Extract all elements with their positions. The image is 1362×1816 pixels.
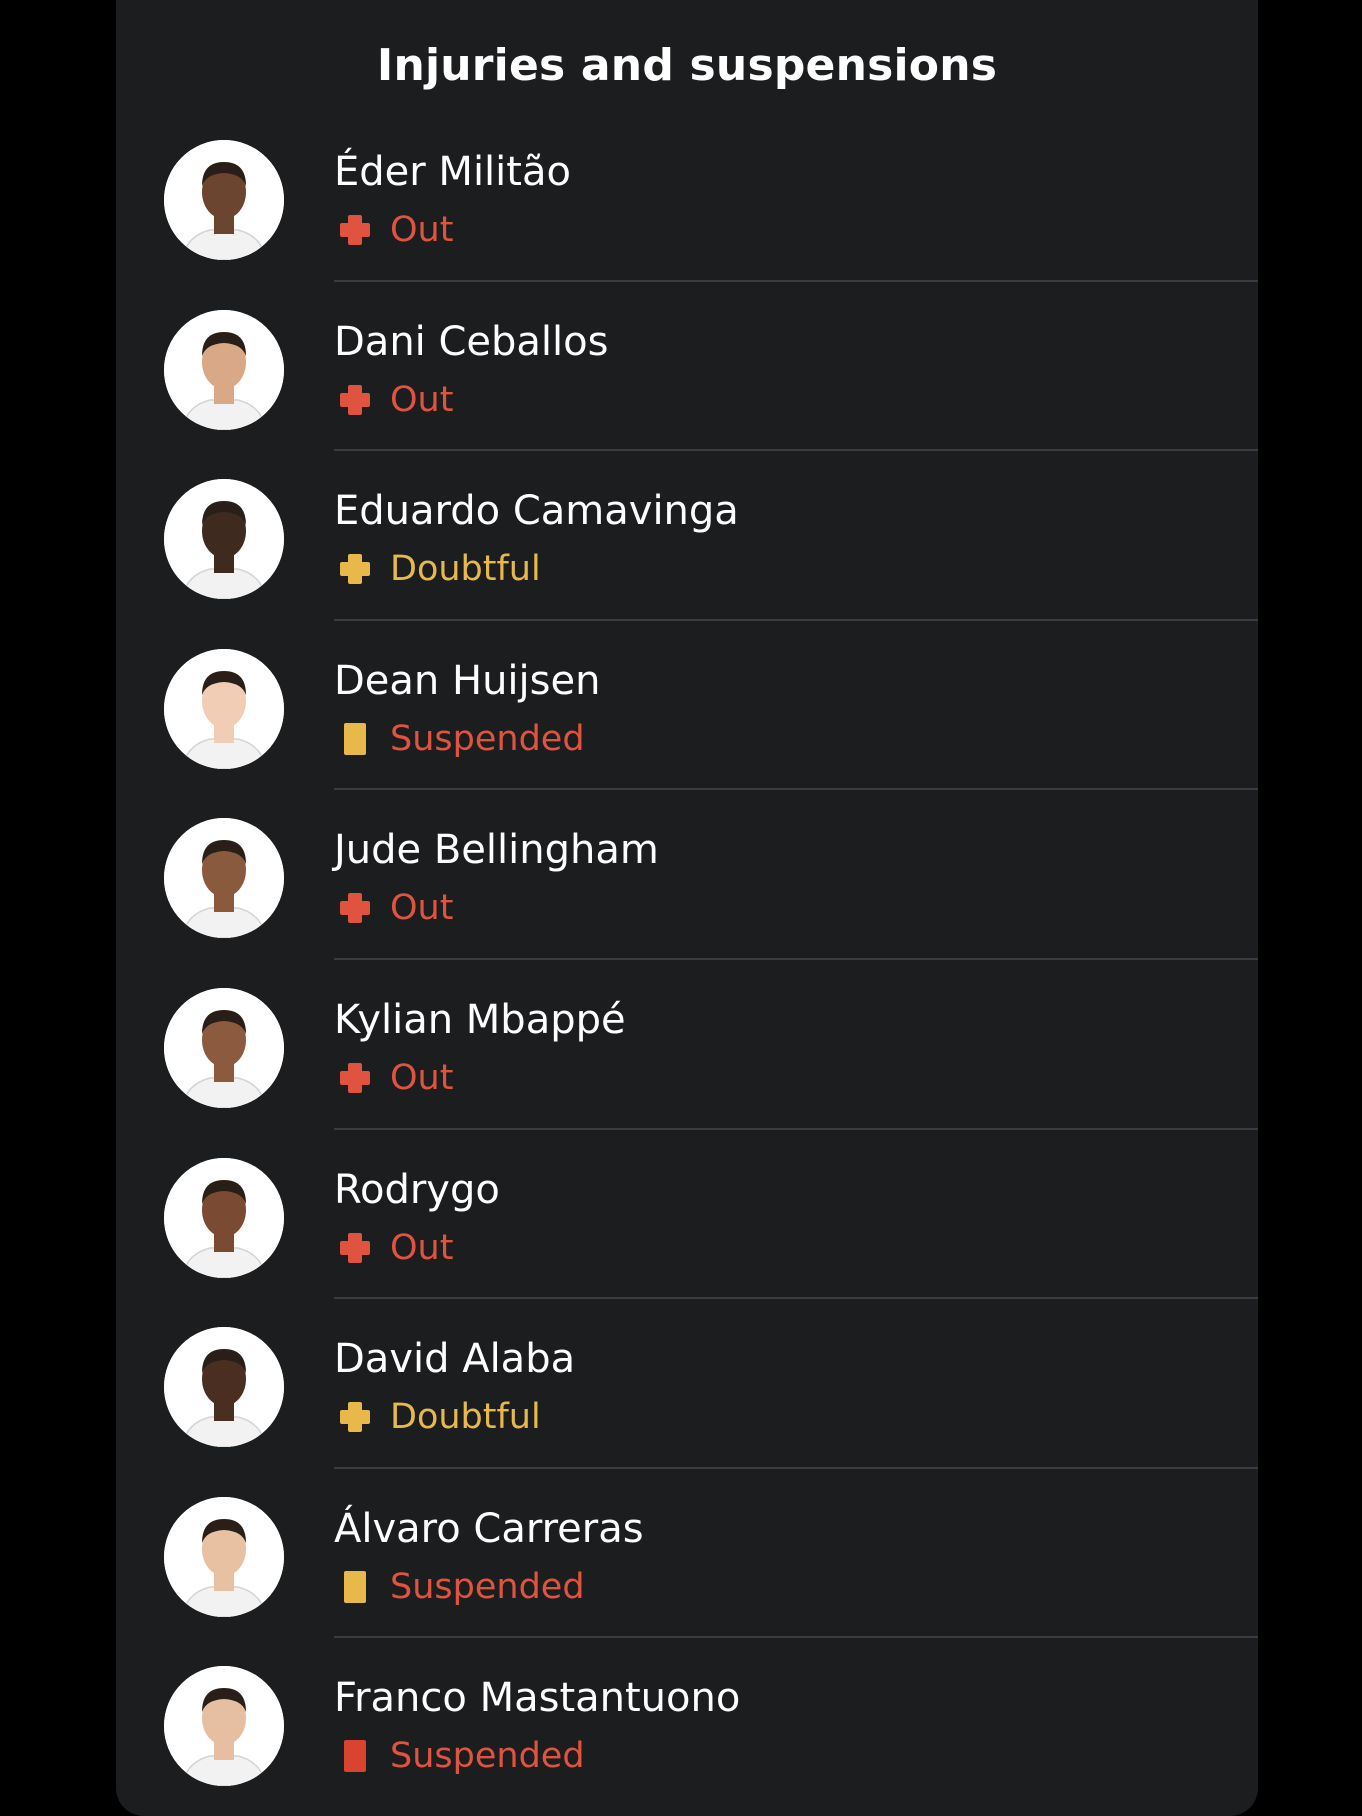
player-row[interactable]: Eduardo Camavinga Doubtful bbox=[116, 451, 1258, 621]
injury-cross-icon bbox=[338, 1231, 372, 1265]
status-label: Suspended bbox=[390, 1566, 585, 1607]
status-label: Out bbox=[390, 210, 454, 250]
player-status: Out bbox=[338, 1226, 453, 1270]
player-avatar bbox=[164, 987, 284, 1108]
status-label: Doubtful bbox=[390, 1397, 541, 1438]
player-avatar bbox=[164, 1666, 284, 1787]
player-row[interactable]: Franco Mastantuono Suspended bbox=[116, 1638, 1258, 1808]
player-row[interactable]: Rodrygo Out bbox=[116, 1130, 1258, 1300]
injuries-suspensions-card: Injuries and suspensions Éder Militão Ou… bbox=[116, 0, 1258, 1816]
player-status: Doubtful bbox=[338, 1395, 541, 1439]
status-label: Out bbox=[390, 1057, 454, 1098]
player-status: Suspended bbox=[338, 1565, 585, 1609]
player-row[interactable]: Dani Ceballos Out bbox=[116, 282, 1258, 452]
player-avatar bbox=[164, 648, 284, 769]
player-name: Kylian Mbappé bbox=[334, 996, 626, 1043]
player-row[interactable]: Jude Bellingham Out bbox=[116, 790, 1258, 960]
player-name: Franco Mastantuono bbox=[334, 1675, 741, 1722]
player-status: Out bbox=[338, 886, 453, 930]
player-status: Doubtful bbox=[338, 547, 541, 591]
player-avatar bbox=[164, 479, 284, 600]
player-avatar bbox=[164, 1496, 284, 1617]
player-name: Dean Huijsen bbox=[334, 657, 601, 704]
injury-cross-icon bbox=[338, 552, 372, 586]
injury-cross-icon bbox=[338, 1061, 372, 1095]
injury-cross-icon bbox=[338, 213, 372, 247]
player-name: Dani Ceballos bbox=[334, 318, 609, 365]
player-name: David Alaba bbox=[334, 1336, 576, 1383]
red-card-icon bbox=[338, 1739, 372, 1773]
player-status: Suspended bbox=[338, 1734, 585, 1778]
yellow-card-icon bbox=[338, 1570, 372, 1604]
player-name: Jude Bellingham bbox=[334, 827, 659, 874]
player-name: Álvaro Carreras bbox=[334, 1505, 644, 1552]
player-status: Suspended bbox=[338, 717, 585, 761]
status-label: Suspended bbox=[390, 1736, 585, 1777]
player-row[interactable]: Dean Huijsen Suspended bbox=[116, 621, 1258, 791]
player-status: Out bbox=[338, 208, 453, 252]
injury-cross-icon bbox=[338, 1400, 372, 1434]
player-avatar bbox=[164, 1327, 284, 1448]
status-label: Out bbox=[390, 888, 454, 929]
player-row[interactable]: Éder Militão Out bbox=[116, 112, 1258, 282]
status-label: Doubtful bbox=[390, 549, 541, 590]
section-title: Injuries and suspensions bbox=[376, 40, 998, 91]
injury-cross-icon bbox=[338, 383, 372, 417]
player-row[interactable]: Kylian Mbappé Out bbox=[116, 960, 1258, 1130]
player-row[interactable]: Álvaro Carreras Suspended bbox=[116, 1469, 1258, 1639]
injury-cross-icon bbox=[338, 891, 372, 925]
player-avatar bbox=[164, 818, 284, 939]
player-name: Rodrygo bbox=[334, 1166, 500, 1213]
player-status: Out bbox=[338, 1056, 453, 1100]
player-name: Éder Militão bbox=[334, 149, 571, 195]
player-name: Eduardo Camavinga bbox=[334, 488, 739, 535]
status-label: Out bbox=[390, 379, 454, 420]
player-avatar bbox=[164, 309, 284, 430]
yellow-card-icon bbox=[338, 722, 372, 756]
player-status: Out bbox=[338, 378, 453, 422]
player-avatar bbox=[164, 1157, 284, 1278]
status-label: Suspended bbox=[390, 718, 585, 759]
player-row[interactable]: David Alaba Doubtful bbox=[116, 1299, 1258, 1469]
player-avatar bbox=[164, 140, 284, 260]
player-list: Éder Militão Out Dani Ceballos Out Eduar… bbox=[116, 112, 1258, 1808]
status-label: Out bbox=[390, 1227, 454, 1268]
